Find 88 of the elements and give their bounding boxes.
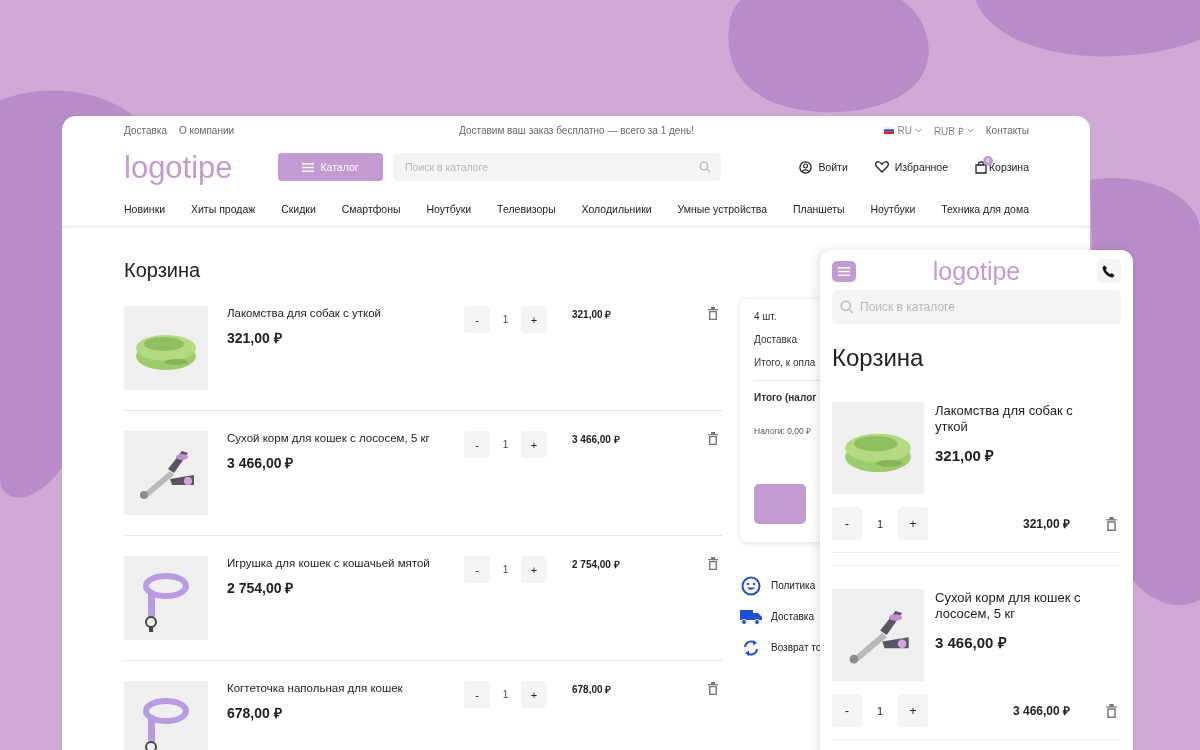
line-total: 2 754,00 ₽ — [572, 558, 621, 571]
line-total: 321,00 ₽ — [1022, 516, 1070, 532]
summary-line: 4 шт. — [754, 311, 777, 322]
truck-icon — [740, 608, 762, 625]
login-link[interactable]: Войти — [799, 160, 848, 174]
nav-link[interactable]: Смартфоны — [341, 203, 401, 215]
line-total: 321,00 ₽ — [572, 308, 613, 321]
user-icon — [799, 160, 813, 174]
checkout-button[interactable] — [754, 484, 806, 524]
search-field[interactable]: Поиск в каталоге — [832, 290, 1121, 324]
nav-link[interactable]: Новинки — [124, 203, 166, 215]
nav-link[interactable]: Телевизоры — [497, 203, 556, 215]
quantity-value: 1 — [875, 517, 885, 530]
chevron-icon — [966, 128, 974, 133]
decrease-button[interactable]: - — [464, 306, 490, 333]
decrease-button[interactable]: - — [832, 507, 862, 540]
decrease-button[interactable]: - — [464, 681, 490, 708]
increase-button[interactable]: + — [898, 507, 928, 540]
product-name[interactable]: Сухой корм для кошек с лососем, 5 кг — [935, 590, 1095, 622]
decrease-button[interactable]: - — [832, 694, 862, 727]
nav-link[interactable]: Ноутбуки — [426, 203, 472, 215]
phone-icon — [1102, 264, 1116, 278]
trash-icon[interactable] — [708, 307, 718, 320]
top-link[interactable]: О компании — [178, 125, 235, 136]
increase-button[interactable]: + — [521, 681, 547, 708]
menu-icon — [838, 266, 850, 276]
top-link[interactable]: Доставка — [124, 125, 167, 136]
product-price: 678,00 ₽ — [227, 704, 283, 722]
phone-button[interactable] — [1097, 259, 1121, 283]
quantity-value: 1 — [501, 439, 510, 450]
info-link[interactable]: Доставка — [771, 611, 814, 622]
currency-select[interactable]: RUB ₽ — [933, 123, 974, 138]
search-icon — [840, 300, 854, 314]
language-select[interactable]: RU — [884, 125, 922, 136]
chevron-icon — [914, 128, 922, 133]
quantity-value: 1 — [501, 314, 510, 325]
search-icon — [699, 161, 711, 173]
summary-line: Итого (налог — [754, 391, 817, 403]
page-title: Корзина — [124, 258, 202, 283]
promo-text: Доставим ваш заказ бесплатно — всего за 1 день! — [459, 125, 694, 136]
search-field[interactable]: Поиск в каталоге — [393, 153, 721, 181]
nav-link[interactable]: Планшеты — [793, 203, 845, 215]
quantity-value: 1 — [875, 704, 885, 717]
favorites-link[interactable]: Избранное — [874, 160, 948, 174]
contacts-link[interactable]: Контакты — [985, 125, 1029, 136]
product-name[interactable]: Когтеточка напольная для кошек — [227, 682, 464, 694]
flag-icon — [884, 127, 895, 134]
nav-link[interactable]: Ноутбуки — [870, 203, 916, 215]
heart-icon — [874, 161, 889, 173]
smiley-icon — [740, 575, 762, 596]
product-price: 321,00 ₽ — [935, 446, 996, 465]
info-link[interactable]: Политика — [771, 580, 816, 591]
bag-icon — [975, 160, 987, 174]
summary-line: Итого, к опла — [754, 357, 816, 368]
increase-button[interactable]: + — [521, 431, 547, 458]
trash-icon[interactable] — [708, 682, 718, 695]
summary-line: Налоги: 0,00 ₽ — [754, 425, 812, 436]
nav-link[interactable]: Скидки — [281, 203, 316, 215]
menu-button[interactable] — [832, 260, 856, 282]
trash-icon[interactable] — [1106, 516, 1117, 531]
menu-icon — [302, 162, 315, 172]
nav-link[interactable]: Хиты продаж — [191, 203, 256, 215]
trash-icon[interactable] — [708, 432, 718, 445]
product-price: 321,00 ₽ — [227, 329, 283, 347]
product-name[interactable]: Игрушка для кошек с кошачьей мятой — [227, 557, 464, 569]
product-name[interactable]: Лакомства для собак с уткой — [935, 403, 1095, 435]
nav-link[interactable]: Умные устройства — [677, 203, 768, 215]
product-name[interactable]: Лакомства для собак с уткой — [227, 307, 464, 319]
product-price: 3 466,00 ₽ — [935, 633, 1008, 652]
increase-button[interactable]: + — [898, 694, 928, 727]
product-price: 3 466,00 ₽ — [227, 454, 295, 472]
decrease-button[interactable]: - — [464, 556, 490, 583]
quantity-value: 1 — [501, 689, 510, 700]
nav-link[interactable]: Техника для дома — [941, 203, 1029, 215]
line-total: 678,00 ₽ — [572, 683, 613, 696]
decrease-button[interactable]: - — [464, 431, 490, 458]
trash-icon[interactable] — [708, 557, 718, 570]
line-total: 3 466,00 ₽ — [572, 433, 621, 446]
quantity-value: 1 — [501, 564, 510, 575]
increase-button[interactable]: + — [521, 306, 547, 333]
increase-button[interactable]: + — [521, 556, 547, 583]
summary-line: Доставка — [754, 334, 797, 345]
line-total: 3 466,00 ₽ — [1012, 703, 1070, 719]
page-title: Корзина — [832, 343, 925, 373]
nav-link[interactable]: Холодильники — [581, 203, 652, 215]
product-name[interactable]: Сухой корм для кошек с лососем, 5 кг — [227, 432, 464, 444]
product-price: 2 754,00 ₽ — [227, 579, 295, 597]
trash-icon[interactable] — [1106, 703, 1117, 718]
